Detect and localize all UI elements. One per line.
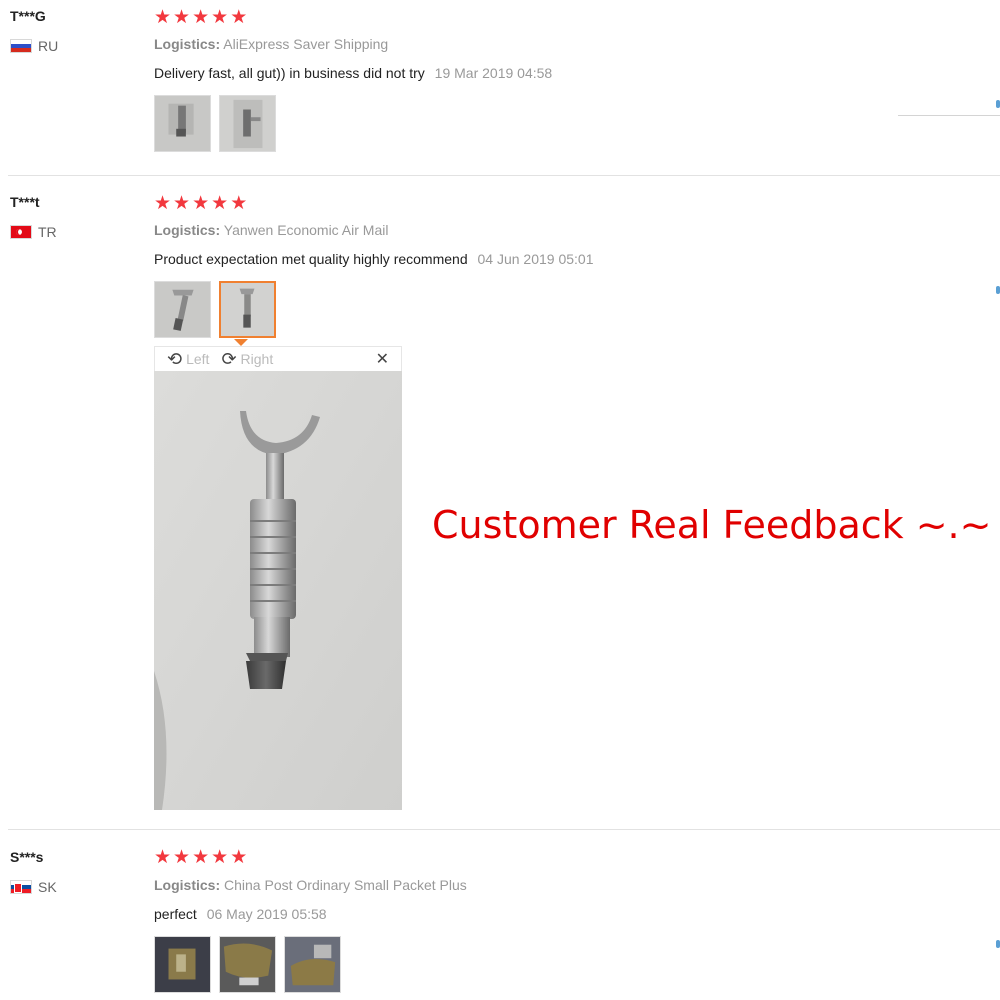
country-code: TR bbox=[38, 224, 57, 240]
star-icon: ★ bbox=[211, 7, 229, 28]
star-icon: ★ bbox=[192, 193, 210, 214]
rotate-left-icon: ⟲ bbox=[167, 349, 183, 369]
rotate-right-button[interactable]: ⟳ Right bbox=[221, 350, 273, 368]
logistics-label: Logistics: bbox=[154, 222, 221, 238]
logistics-info: Logistics: Yanwen Economic Air Mail bbox=[154, 222, 388, 238]
review-photo-thumbnail[interactable] bbox=[154, 95, 211, 152]
logistics-value: AliExpress Saver Shipping bbox=[223, 36, 389, 52]
selected-photo-pointer bbox=[234, 339, 248, 346]
scroll-marker bbox=[996, 940, 1000, 948]
star-rating: ★ ★ ★ ★ ★ bbox=[154, 848, 247, 868]
comment-text: Product expectation met quality highly r… bbox=[154, 251, 468, 267]
reviewer-name: T***t bbox=[10, 194, 40, 210]
comment-text: perfect bbox=[154, 906, 197, 922]
logistics-value: Yanwen Economic Air Mail bbox=[223, 222, 389, 238]
country-code: SK bbox=[38, 879, 57, 895]
review-date: 04 Jun 2019 05:01 bbox=[477, 251, 594, 267]
country-code: RU bbox=[38, 38, 59, 54]
star-icon: ★ bbox=[230, 7, 248, 28]
review-comment: Product expectation met quality highly r… bbox=[154, 251, 594, 267]
review-photo-thumbnail-selected[interactable] bbox=[219, 281, 276, 338]
reviewer-name: T***G bbox=[10, 8, 46, 24]
star-rating: ★ ★ ★ ★ ★ bbox=[154, 194, 247, 214]
rotate-right-icon: ⟳ bbox=[221, 349, 237, 369]
scroll-marker bbox=[996, 286, 1000, 294]
photo-viewer-toolbar: ⟲ Left ⟳ Right ✕ bbox=[154, 346, 402, 372]
star-icon: ★ bbox=[173, 7, 191, 28]
review-item: S***s SK ★ ★ ★ ★ ★ Logistics: China Post… bbox=[0, 830, 1000, 1000]
review-photos bbox=[154, 281, 276, 338]
star-icon: ★ bbox=[230, 847, 248, 868]
logistics-value: China Post Ordinary Small Packet Plus bbox=[224, 877, 467, 893]
close-icon[interactable]: ✕ bbox=[376, 349, 389, 369]
star-icon: ★ bbox=[211, 193, 229, 214]
comment-text: Delivery fast, all gut)) in business did… bbox=[154, 65, 425, 81]
star-icon: ★ bbox=[173, 847, 191, 868]
logistics-info: Logistics: AliExpress Saver Shipping bbox=[154, 36, 388, 52]
logistics-info: Logistics: China Post Ordinary Small Pac… bbox=[154, 877, 467, 893]
divider-line bbox=[898, 115, 1000, 116]
review-photos bbox=[154, 936, 341, 993]
reviewer-country: TR bbox=[10, 224, 57, 240]
star-icon: ★ bbox=[154, 7, 172, 28]
review-photos bbox=[154, 95, 276, 152]
reviewer-country: SK bbox=[10, 879, 57, 895]
logistics-label: Logistics: bbox=[154, 36, 221, 52]
reviewer-country: RU bbox=[10, 38, 58, 54]
review-comment: perfect 06 May 2019 05:58 bbox=[154, 906, 327, 922]
star-rating: ★ ★ ★ ★ ★ bbox=[154, 8, 247, 28]
turkey-flag-icon bbox=[10, 225, 32, 239]
star-icon: ★ bbox=[192, 847, 210, 868]
slovakia-flag-icon bbox=[10, 880, 32, 894]
rotate-left-button[interactable]: ⟲ Left bbox=[167, 350, 209, 368]
star-icon: ★ bbox=[173, 193, 191, 214]
rotate-right-label: Right bbox=[240, 351, 274, 367]
review-date: 06 May 2019 05:58 bbox=[206, 906, 327, 922]
rotate-left-label: Left bbox=[186, 351, 210, 367]
star-icon: ★ bbox=[154, 193, 172, 214]
scroll-marker bbox=[996, 100, 1000, 108]
review-item: T***G RU ★ ★ ★ ★ ★ Logistics: AliExpress… bbox=[0, 0, 1000, 176]
review-photo-thumbnail[interactable] bbox=[154, 936, 211, 993]
photo-viewer-image bbox=[154, 371, 402, 810]
star-icon: ★ bbox=[192, 7, 210, 28]
review-photo-thumbnail[interactable] bbox=[284, 936, 341, 993]
star-icon: ★ bbox=[154, 847, 172, 868]
logistics-label: Logistics: bbox=[154, 877, 221, 893]
promo-overlay-text: Customer Real Feedback ~.~ bbox=[432, 503, 992, 547]
review-date: 19 Mar 2019 04:58 bbox=[434, 65, 553, 81]
russia-flag-icon bbox=[10, 39, 32, 53]
review-photo-thumbnail[interactable] bbox=[154, 281, 211, 338]
reviewer-name: S***s bbox=[10, 849, 44, 865]
review-photo-thumbnail[interactable] bbox=[219, 95, 276, 152]
review-photo-thumbnail[interactable] bbox=[219, 936, 276, 993]
star-icon: ★ bbox=[230, 193, 248, 214]
star-icon: ★ bbox=[211, 847, 229, 868]
review-comment: Delivery fast, all gut)) in business did… bbox=[154, 65, 552, 81]
